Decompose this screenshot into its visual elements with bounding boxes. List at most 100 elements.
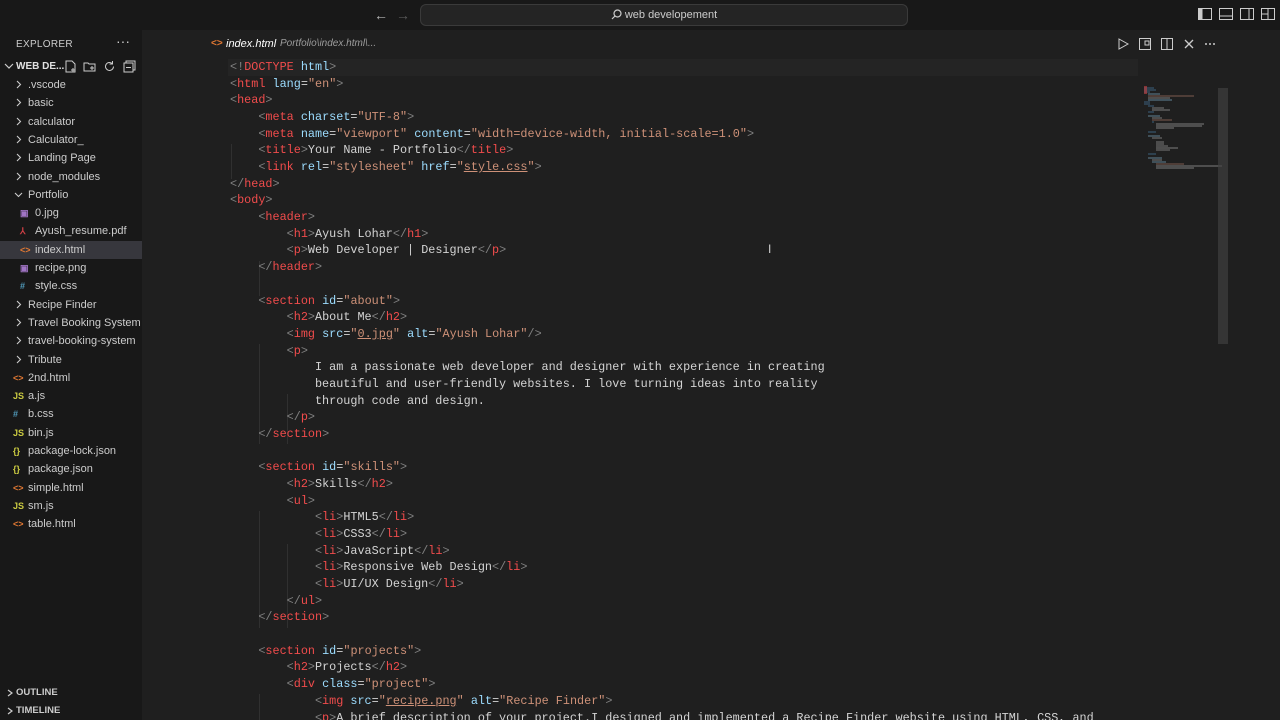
chevron-right-icon <box>16 117 22 125</box>
tree-item-label: simple.html <box>28 481 84 494</box>
tree-item-label: 0.jpg <box>35 207 59 220</box>
tree-file-recipe-png[interactable]: ▣ recipe.png <box>0 259 142 277</box>
toggle-secondary-sidebar-icon[interactable] <box>1240 8 1254 20</box>
tab-path: Portfolio\index.html\... <box>280 38 377 49</box>
tree-item-label: package.json <box>28 463 93 476</box>
code-line: </header> <box>258 260 323 275</box>
search-text: web developement <box>624 9 718 21</box>
chevron-right-icon <box>16 336 22 345</box>
new-file-icon[interactable] <box>64 60 77 73</box>
tree-item-label: node_modules <box>28 170 101 183</box>
refresh-icon[interactable] <box>103 60 116 73</box>
chevron-right-icon <box>16 300 22 308</box>
code-line: </ul> <box>286 593 323 608</box>
css-file-icon: # <box>13 409 19 420</box>
tree-file-index-html[interactable]: <> index.html <box>0 240 142 259</box>
tree-folder-basic[interactable]: basic <box>0 94 142 112</box>
toggle-panel-icon[interactable] <box>1219 8 1233 20</box>
code-line: <h2>Projects</h2> <box>286 660 408 675</box>
chevron-down-icon <box>4 63 14 69</box>
timeline-section[interactable]: TIMELINE <box>0 702 142 720</box>
code-line: <h2>About Me</h2> <box>286 310 408 325</box>
tree-item-label: Ayush_resume.pdf <box>35 225 127 238</box>
code-line: <p>Web Developer | Designer</p> <box>286 243 507 258</box>
tree-item-label: bin.js <box>28 426 54 439</box>
tree-item-label: style.css <box>35 280 78 293</box>
tree-item-label: Calculator_ <box>28 133 84 146</box>
code-line: <li>Responsive Web Design</li> <box>314 560 528 575</box>
more-actions-icon[interactable] <box>1204 38 1216 50</box>
close-icon[interactable] <box>1183 38 1195 50</box>
code-line: <link rel="stylesheet" href="style.css"> <box>258 160 542 175</box>
tree-folder-tribute[interactable]: Tribute <box>0 351 142 369</box>
tree-file-sm-js[interactable]: JS sm.js <box>0 497 142 515</box>
code-line: </head> <box>230 176 280 191</box>
tree-item-label: Landing Page <box>28 152 96 165</box>
tree-item-label: Portfolio <box>28 188 69 201</box>
code-line: <body> <box>230 193 273 208</box>
js-file-icon: JS <box>13 500 25 511</box>
code-line: through code and design. <box>230 393 485 408</box>
workspace-name: WEB DE... <box>16 61 65 72</box>
customize-layout-icon[interactable] <box>1261 8 1275 20</box>
workspace-header[interactable]: WEB DE... <box>0 58 142 76</box>
explorer-sidebar: EXPLORER ··· WEB DE... .vscode basic calcu… <box>0 30 142 720</box>
tree-folder-recipe-finder[interactable]: Recipe Finder <box>0 296 142 314</box>
code-line: <head> <box>230 93 273 108</box>
code-editor[interactable]: <!DOCTYPE html> <html lang="en"> <head> <m… <box>142 58 1280 720</box>
tree-item-label: a.js <box>28 390 46 403</box>
run-icon[interactable] <box>1117 38 1129 50</box>
tree-file-bin-js[interactable]: JS bin.js <box>0 424 142 442</box>
tree-item-label: Tribute <box>28 353 62 366</box>
code-line: <html lang="en"> <box>230 76 344 91</box>
tree-file-b-css[interactable]: # b.css <box>0 405 142 423</box>
explorer-title: EXPLORER <box>16 39 73 50</box>
forward-arrow-icon[interactable]: → <box>393 6 413 24</box>
outline-section[interactable]: OUTLINE <box>0 684 142 702</box>
tree-folder-node-modules[interactable]: node_modules <box>0 168 142 186</box>
command-center-search[interactable]: web developement <box>420 4 908 26</box>
tree-item-label: calculator <box>28 115 76 128</box>
tree-file-table-html[interactable]: <> table.html <box>0 515 142 533</box>
tree-file-0-jpg[interactable]: ▣ 0.jpg <box>0 204 142 222</box>
tree-file-2nd-html[interactable]: <> 2nd.html <box>0 369 142 387</box>
image-file-icon: ▣ <box>20 208 29 219</box>
js-file-icon: JS <box>13 427 25 438</box>
tree-folder-vscode[interactable]: .vscode <box>0 76 142 94</box>
vertical-scrollbar[interactable] <box>1218 88 1228 344</box>
minimap[interactable] <box>1144 86 1224 176</box>
code-line: </section> <box>258 426 330 441</box>
tree-item-label: sm.js <box>28 499 54 512</box>
code-line: <p>A brief description of your project.I… <box>314 710 1094 720</box>
html-file-icon: <> <box>20 244 31 255</box>
back-arrow-icon[interactable]: ← <box>371 6 391 24</box>
tree-file-style-css[interactable]: # style.css <box>0 277 142 295</box>
tree-file-package-json[interactable]: {} package.json <box>0 460 142 478</box>
open-preview-icon[interactable] <box>1139 38 1151 50</box>
code-line: <li>HTML5</li> <box>314 510 415 525</box>
code-line: <meta name="viewport" content="width=dev… <box>258 126 755 141</box>
split-editor-icon[interactable] <box>1161 38 1173 50</box>
title-bar: ← → web developement <box>0 0 1280 30</box>
tree-file-a-js[interactable]: JS a.js <box>0 387 142 405</box>
chevron-right-icon <box>7 689 13 697</box>
tree-file-ayush-resume-pdf[interactable]: ⅄ Ayush_resume.pdf <box>0 222 142 240</box>
collapse-all-icon[interactable] <box>123 60 136 73</box>
chevron-down-icon <box>14 192 23 198</box>
tree-item-label: travel-booking-system <box>28 335 136 348</box>
toggle-primary-sidebar-icon[interactable] <box>1198 8 1212 20</box>
js-file-icon: JS <box>13 391 25 402</box>
tree-file-package-lock-json[interactable]: {} package-lock.json <box>0 442 142 460</box>
tree-folder-landing-page[interactable]: Landing Page <box>0 149 142 167</box>
tree-file-simple-html[interactable]: <> simple.html <box>0 479 142 497</box>
chevron-right-icon <box>16 153 22 162</box>
tree-folder-travel-booking-system[interactable]: travel-booking-system <box>0 332 142 350</box>
tree-folder-portfolio[interactable]: Portfolio <box>0 186 142 204</box>
new-folder-icon[interactable] <box>83 60 96 73</box>
tree-folder-calculator[interactable]: calculator <box>0 113 142 131</box>
tree-folder-calculator[interactable]: Calculator_ <box>0 131 142 149</box>
code-line: </section> <box>258 610 330 625</box>
more-actions-icon[interactable]: ··· <box>116 33 130 49</box>
tree-folder-travel-booking-system[interactable]: Travel Booking System <box>0 314 142 332</box>
tree-item-label: .vscode <box>28 79 66 91</box>
